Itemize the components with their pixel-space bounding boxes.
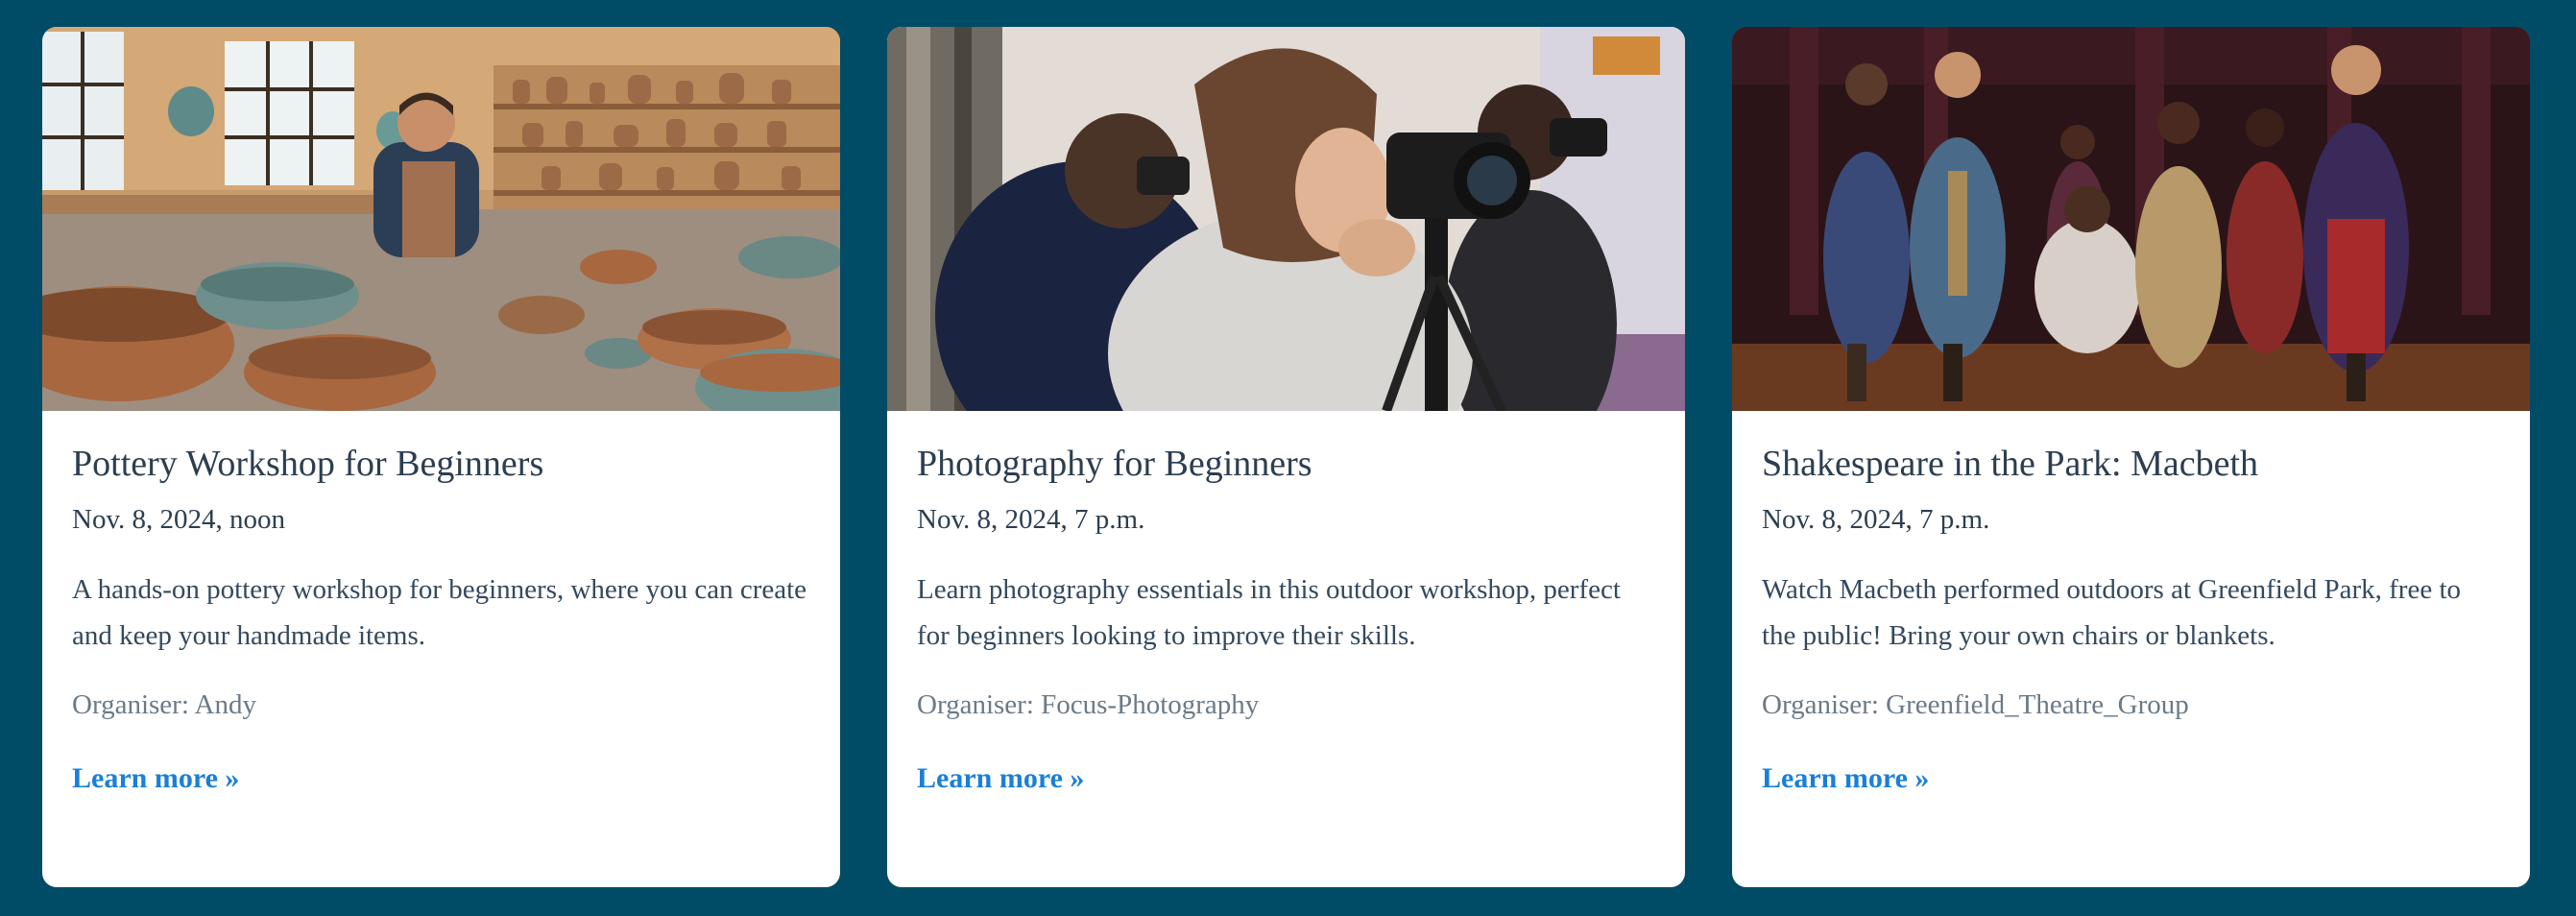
event-card-pottery: Pottery Workshop for Beginners Nov. 8, 2… bbox=[42, 27, 840, 887]
event-description: A hands-on pottery workshop for beginner… bbox=[72, 574, 807, 652]
event-description: Learn photography essentials in this out… bbox=[917, 574, 1621, 652]
event-card-shakespeare: Shakespeare in the Park: Macbeth Nov. 8,… bbox=[1732, 27, 2530, 887]
learn-more-link[interactable]: Learn more » bbox=[72, 762, 239, 795]
event-card-body: Photography for Beginners Nov. 8, 2024, … bbox=[887, 411, 1685, 795]
learn-more-link[interactable]: Learn more » bbox=[917, 762, 1084, 795]
event-organiser: Organiser: Focus-Photography bbox=[917, 689, 1260, 721]
learn-more-link[interactable]: Learn more » bbox=[1762, 762, 1929, 795]
event-image-shakespeare bbox=[1732, 27, 2530, 411]
event-card-body: Shakespeare in the Park: Macbeth Nov. 8,… bbox=[1732, 411, 2530, 795]
event-title: Photography for Beginners bbox=[917, 444, 1312, 484]
event-organiser: Organiser: Greenfield_Theatre_Group bbox=[1762, 689, 2189, 721]
event-card-photography: Photography for Beginners Nov. 8, 2024, … bbox=[887, 27, 1685, 887]
event-description: Watch Macbeth performed outdoors at Gree… bbox=[1762, 574, 2462, 652]
event-date: Nov. 8, 2024, noon bbox=[72, 503, 286, 535]
event-card-grid: Pottery Workshop for Beginners Nov. 8, 2… bbox=[0, 0, 2576, 916]
event-title: Shakespeare in the Park: Macbeth bbox=[1762, 444, 2259, 484]
event-card-body: Pottery Workshop for Beginners Nov. 8, 2… bbox=[42, 411, 840, 795]
event-image-photography bbox=[887, 27, 1685, 411]
event-title: Pottery Workshop for Beginners bbox=[72, 444, 544, 484]
event-date: Nov. 8, 2024, 7 p.m. bbox=[1762, 503, 1990, 535]
event-organiser: Organiser: Andy bbox=[72, 689, 256, 721]
event-image-pottery bbox=[42, 27, 840, 411]
event-date: Nov. 8, 2024, 7 p.m. bbox=[917, 503, 1145, 535]
